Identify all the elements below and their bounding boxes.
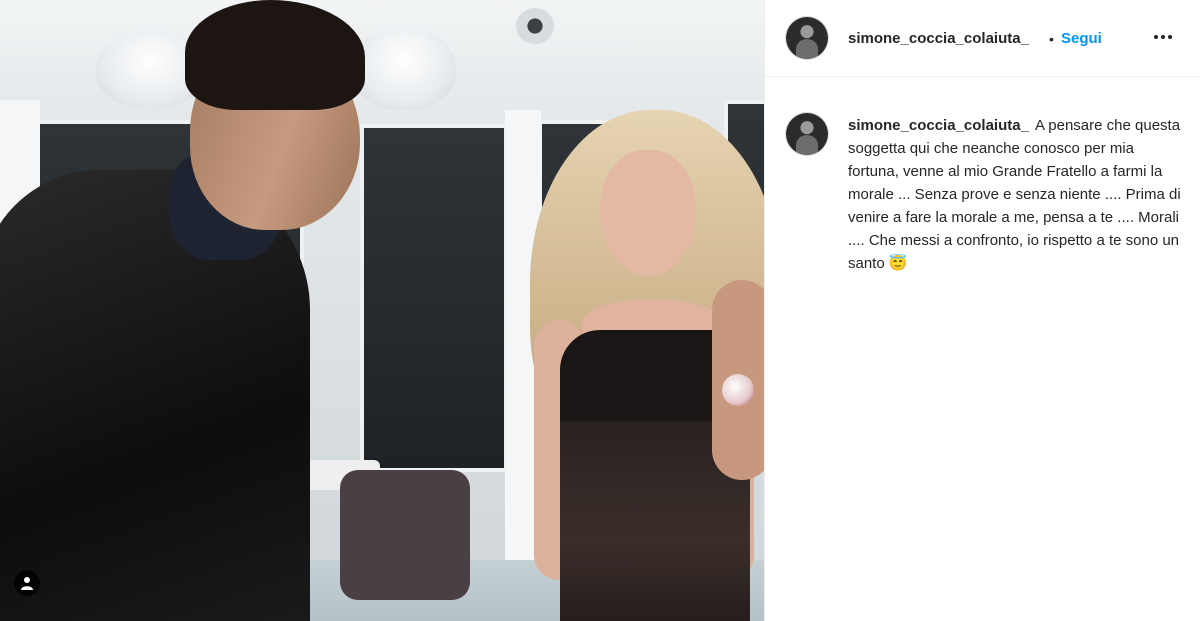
radish (722, 374, 754, 406)
post-photo[interactable] (0, 0, 764, 621)
header-username[interactable]: simone_coccia_colaiuta_ (848, 30, 1029, 47)
avatar[interactable] (786, 17, 828, 59)
ceiling-lamp (352, 26, 456, 110)
caption-username[interactable]: simone_coccia_colaiuta_ (848, 117, 1029, 134)
background-chair (340, 470, 470, 600)
more-dot (1168, 35, 1172, 39)
more-dot (1161, 35, 1165, 39)
follow-button[interactable]: Segui (1061, 30, 1102, 47)
caption-avatar[interactable] (786, 113, 828, 155)
instagram-post: simone_coccia_colaiuta_ • Segui simone_c… (0, 0, 1200, 621)
user-tag-icon[interactable] (14, 570, 40, 596)
caption-text: A pensare che questa soggetta qui che ne… (848, 117, 1181, 272)
security-camera (516, 8, 554, 44)
post-caption: simone_coccia_colaiuta_ A pensare che que… (848, 114, 1188, 275)
post-sidebar: simone_coccia_colaiuta_ • Segui simone_c… (764, 0, 1200, 621)
user-silhouette-icon (21, 577, 33, 590)
more-dot (1154, 35, 1158, 39)
man-hair (185, 0, 365, 110)
more-horizontal-icon[interactable] (1149, 26, 1177, 48)
separator-dot: • (1049, 31, 1054, 47)
post-header: simone_coccia_colaiuta_ • Segui (765, 0, 1200, 77)
woman-face (600, 150, 696, 276)
background-window (360, 124, 508, 472)
